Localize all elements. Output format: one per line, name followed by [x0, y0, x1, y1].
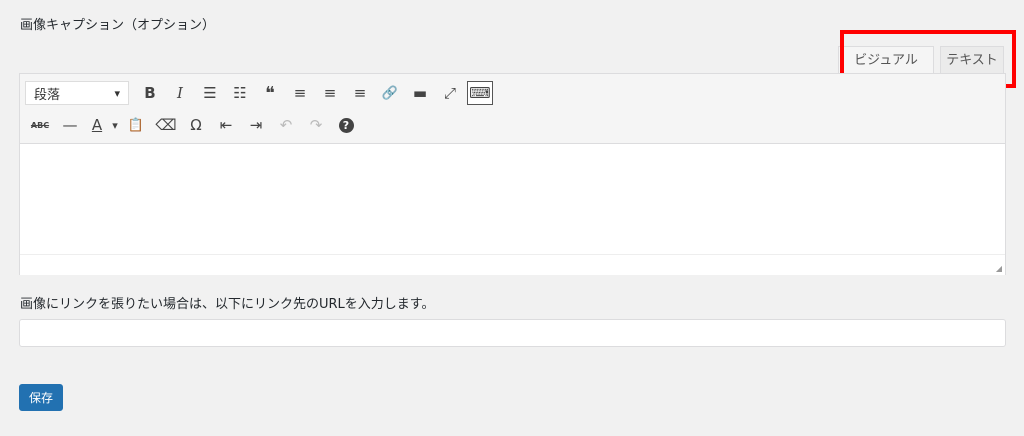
bold-icon[interactable]: B — [135, 80, 165, 106]
toolbar-row-2: ABC — A ▾ 📋 ⌫ Ω ⇤ ⇥ ↶ ↷ ? — [25, 111, 361, 139]
special-character-icon[interactable]: Ω — [181, 112, 211, 138]
redo-icon[interactable]: ↷ — [301, 112, 331, 138]
align-right-icon[interactable]: ≡ — [345, 80, 375, 106]
read-more-icon[interactable]: ▬ — [405, 80, 435, 106]
tab-visual[interactable]: ビジュアル — [838, 46, 934, 74]
resize-handle-icon[interactable]: ◢ — [996, 264, 1002, 273]
help-icon[interactable]: ? — [331, 112, 361, 138]
paste-text-icon[interactable]: 📋 — [121, 112, 151, 138]
caption-label: 画像キャプション（オプション） — [20, 18, 216, 33]
help-icon-glyph: ? — [338, 117, 354, 133]
save-button[interactable]: 保存 — [19, 384, 63, 411]
link-url-input[interactable] — [19, 319, 1006, 347]
outdent-icon[interactable]: ⇤ — [211, 112, 241, 138]
format-select[interactable]: 段落 ▾ — [25, 81, 129, 105]
italic-icon[interactable]: I — [165, 80, 195, 106]
horizontal-line-icon[interactable]: — — [55, 112, 85, 138]
chevron-down-icon[interactable]: ▾ — [109, 112, 121, 138]
undo-icon[interactable]: ↶ — [271, 112, 301, 138]
link-icon[interactable]: 🔗 — [375, 80, 405, 106]
bullet-list-icon[interactable]: ☰ — [195, 80, 225, 106]
format-select-value: 段落 — [34, 87, 61, 103]
chevron-down-icon: ▾ — [114, 86, 120, 100]
editor-toolbar: 段落 ▾ B I ☰ ☷ ❝ ≡ ≡ ≡ 🔗 ▬ ⤢ ⌨ ABC — A ▾ 📋… — [20, 74, 1005, 144]
editor-content-area[interactable] — [20, 144, 1005, 255]
toolbar-row-1: 段落 ▾ B I ☰ ☷ ❝ ≡ ≡ ≡ 🔗 ▬ ⤢ ⌨ — [25, 79, 493, 107]
fullscreen-icon[interactable]: ⤢ — [435, 80, 465, 106]
blockquote-icon[interactable]: ❝ — [255, 80, 285, 106]
rich-text-editor: 段落 ▾ B I ☰ ☷ ❝ ≡ ≡ ≡ 🔗 ▬ ⤢ ⌨ ABC — A ▾ 📋… — [19, 73, 1006, 275]
align-left-icon[interactable]: ≡ — [285, 80, 315, 106]
editor-tabs: ビジュアル テキスト — [0, 46, 1024, 74]
link-url-label: 画像にリンクを張りたい場合は、以下にリンク先のURLを入力します。 — [20, 297, 435, 312]
numbered-list-icon[interactable]: ☷ — [225, 80, 255, 106]
editor-statusbar: ◢ — [20, 255, 1005, 275]
indent-icon[interactable]: ⇥ — [241, 112, 271, 138]
strikethrough-icon[interactable]: ABC — [25, 112, 55, 138]
toolbar-toggle-icon[interactable]: ⌨ — [467, 81, 493, 105]
tab-text[interactable]: テキスト — [940, 46, 1004, 73]
text-color-icon[interactable]: A — [85, 112, 109, 138]
clear-formatting-icon[interactable]: ⌫ — [151, 112, 181, 138]
align-center-icon[interactable]: ≡ — [315, 80, 345, 106]
